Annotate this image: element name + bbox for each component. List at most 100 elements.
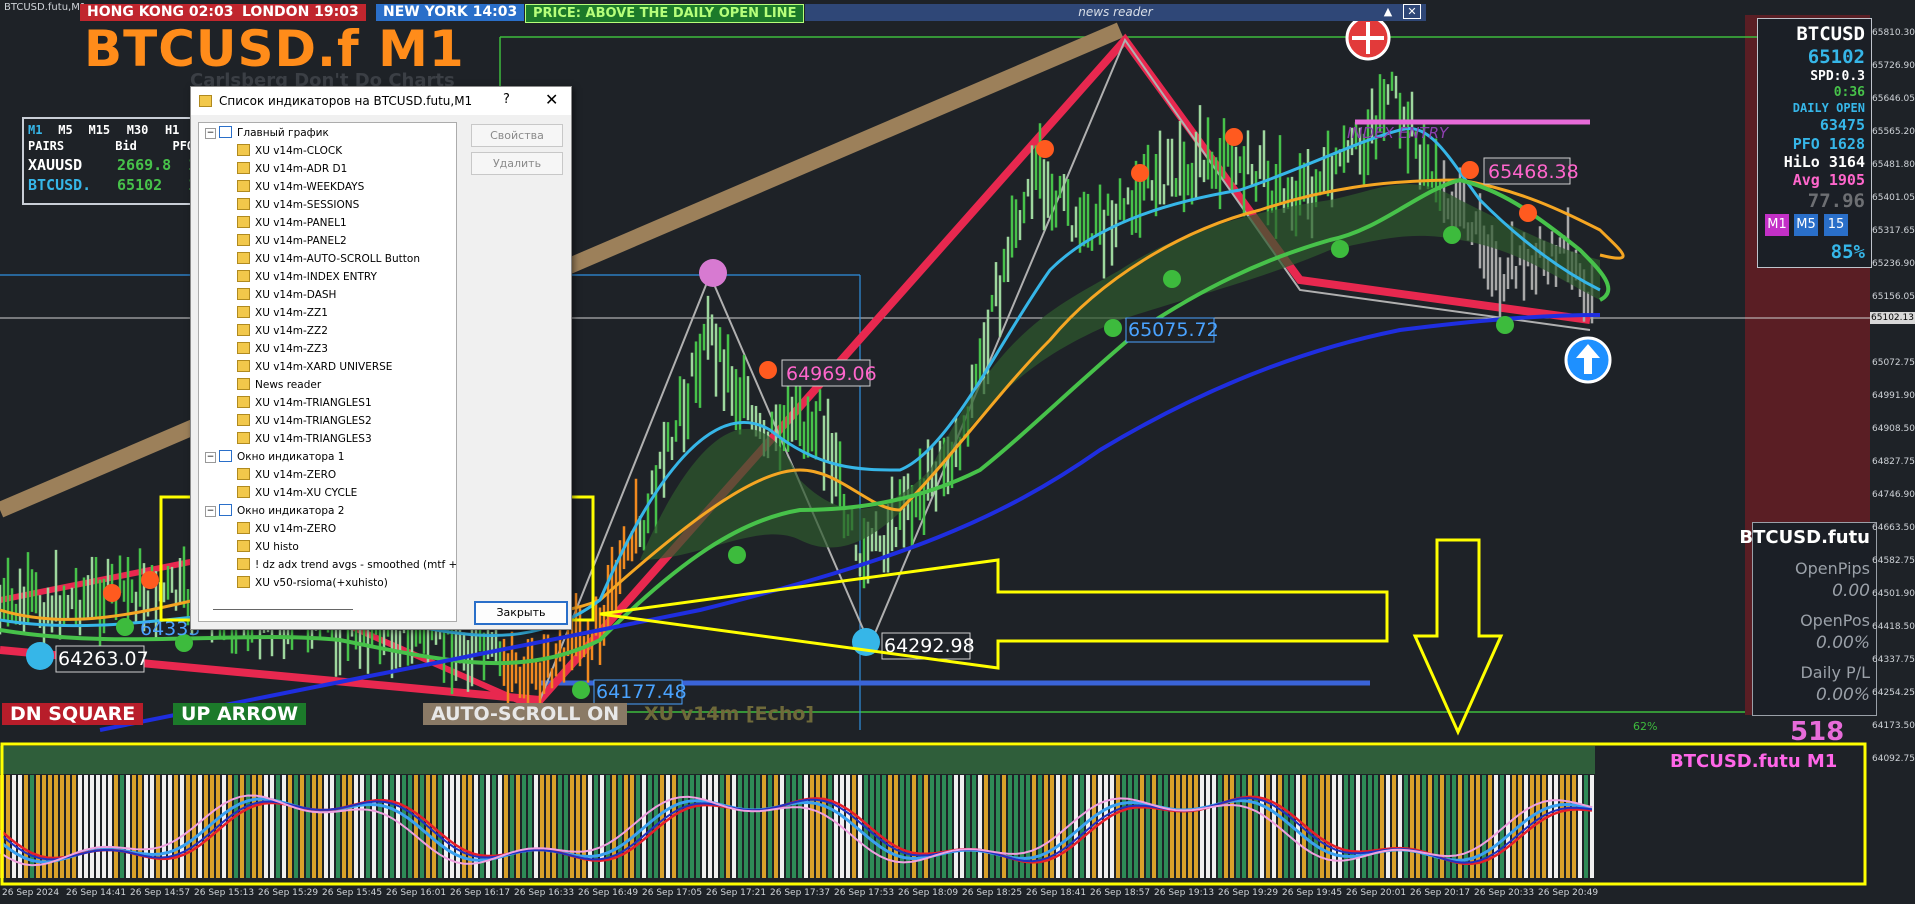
tree-window-node[interactable]: − Главный график — [205, 125, 329, 142]
tree-indicator-node[interactable]: XU v14m-ZERO — [237, 467, 336, 484]
tf-m1[interactable]: M1 — [28, 123, 51, 137]
tree-indicator-node[interactable]: XU v14m-TRIANGLES3 — [237, 431, 372, 448]
tf-m5[interactable]: M5 — [58, 123, 81, 137]
tree-window-node[interactable]: − Окно индикатора 2 — [205, 503, 344, 520]
dn-square-button[interactable]: DN SQUARE — [2, 703, 144, 725]
histo-bar — [396, 775, 400, 878]
histo-bar — [612, 775, 616, 878]
delete-button[interactable]: Удалить — [471, 152, 563, 175]
tree-window-node[interactable]: − Окно индикатора 1 — [205, 449, 344, 466]
tree-indicator-node[interactable]: XU v14m-XARD UNIVERSE — [237, 359, 392, 376]
indicator-tree[interactable]: − Главный график XU v14m-CLOCK XU v14m-ADR … — [198, 122, 457, 622]
tree-collapse-toggle[interactable]: − — [205, 505, 216, 517]
histo-bar — [762, 775, 766, 878]
time-tick-label: 26 Sep 18:57 — [1090, 888, 1151, 898]
histo-bar — [1422, 775, 1426, 878]
histo-bar — [312, 775, 316, 878]
pair-btcusd[interactable]: BTCUSD. — [28, 176, 108, 194]
histo-bar — [1392, 775, 1396, 878]
histo-bar — [600, 775, 604, 878]
time-tick-label: 26 Sep 19:29 — [1218, 888, 1279, 898]
tree-collapse-toggle[interactable]: − — [205, 451, 216, 463]
price-tick-label: 65156.05 — [1872, 292, 1915, 302]
panel-hilo: HiLo 3164 — [1783, 153, 1865, 171]
tree-indicator-node[interactable]: XU v14m-XU CYCLE — [237, 485, 357, 502]
pair-xauusd[interactable]: XAUUSD — [28, 156, 108, 174]
panel-price: 65102 — [1807, 46, 1865, 68]
histo-bar — [744, 775, 748, 878]
price-tick-label: 64254.25 — [1872, 688, 1915, 698]
indicator-icon — [237, 180, 250, 192]
tree-indicator-node[interactable]: XU v14m-SESSIONS — [237, 197, 359, 214]
help-icon[interactable]: ? — [503, 92, 510, 107]
tree-indicator-node[interactable]: XU v14m-DASH — [237, 287, 336, 304]
histo-bar — [1122, 775, 1126, 878]
dialog-close-icon[interactable]: ✕ — [545, 90, 558, 109]
price-tick-label: 64173.50 — [1872, 721, 1915, 731]
tf-h1[interactable]: H1 — [165, 123, 188, 137]
histo-bar — [882, 775, 886, 878]
tree-indicator-node[interactable]: ! dz adx trend avgs - smoothed (mtf + a — [237, 557, 456, 574]
window-tab-title[interactable]: BTCUSD.futu,M1 — [0, 0, 90, 15]
histo-bar — [1416, 775, 1420, 878]
tree-indicator-node[interactable]: XU v14m-CLOCK — [237, 143, 342, 160]
histo-bar — [1140, 775, 1144, 878]
dialog-close-button[interactable]: Закрыть — [474, 601, 568, 625]
properties-button[interactable]: Свойства — [471, 124, 563, 147]
tf-m15[interactable]: M15 — [88, 123, 119, 137]
signal-dot — [1131, 164, 1149, 182]
up-arrow-button[interactable]: UP ARROW — [173, 703, 307, 725]
histo-bar — [972, 775, 976, 878]
tree-indicator-node[interactable]: XU v14m-ADR D1 — [237, 161, 347, 178]
dialog-titlebar[interactable]: Список индикаторов на BTCUSD.futu,M1 ? ✕ — [191, 87, 571, 115]
tree-indicator-node[interactable]: XU v14m-ZZ2 — [237, 323, 328, 340]
histo-bar — [300, 775, 304, 878]
tree-node-label: XU v14m-SESSIONS — [255, 199, 360, 211]
yellow-left-arrow — [599, 558, 1389, 670]
tree-indicator-node[interactable]: XU histo — [237, 539, 299, 556]
tree-indicator-node[interactable]: XU v14m-ZZ3 — [237, 341, 328, 358]
histo-bar — [888, 775, 892, 878]
chart-window-icon — [219, 126, 232, 138]
histo-bar — [198, 775, 202, 878]
tree-collapse-toggle[interactable]: − — [205, 127, 216, 139]
tree-indicator-node[interactable]: XU v14m-TRIANGLES2 — [237, 413, 372, 430]
tree-scrollbar[interactable] — [213, 609, 353, 610]
histo-bar — [372, 775, 376, 878]
tf-button-m5[interactable]: M5 — [1794, 214, 1818, 236]
price-axis: 65810.30 65726.90 65646.05 65565.20 65481.80… — [1870, 0, 1915, 904]
histo-bar — [942, 775, 946, 878]
svg-text:64969.06: 64969.06 — [786, 363, 877, 385]
tree-indicator-node[interactable]: XU v14m-ZZ1 — [237, 305, 328, 322]
tf-button-m1[interactable]: M1 — [1765, 214, 1789, 236]
tree-indicator-node[interactable]: XU v14m-WEEKDAYS — [237, 179, 364, 196]
indicator-list-dialog[interactable]: Список индикаторов на BTCUSD.futu,M1 ? ✕… — [190, 86, 572, 630]
news-reader-bar[interactable]: news reader ▲ ✕ — [805, 4, 1426, 21]
auto-scroll-button[interactable]: AUTO-SCROLL ON — [423, 703, 628, 725]
histo-bar — [1536, 775, 1540, 878]
tf-button-15[interactable]: 15 — [1824, 214, 1848, 236]
histo-bar — [846, 775, 850, 878]
tree-indicator-node[interactable]: XU v14m-PANEL1 — [237, 215, 347, 232]
tree-indicator-node[interactable]: News reader — [237, 377, 321, 394]
indicator-icon — [237, 396, 250, 408]
histo-bar — [720, 775, 724, 878]
tree-indicator-node[interactable]: XU v14m-ZERO — [237, 521, 336, 538]
tree-indicator-node[interactable]: XU v14m-AUTO-SCROLL Button — [237, 251, 420, 268]
histo-bar — [486, 775, 490, 878]
indicator-subwindow[interactable] — [0, 746, 1595, 878]
histo-bar — [1194, 775, 1198, 878]
tree-indicator-node[interactable]: XU v14m-TRIANGLES1 — [237, 395, 372, 412]
histo-bar — [648, 775, 652, 878]
tree-indicator-node[interactable]: XU v50-rsioma(+xuhisto) — [237, 575, 388, 592]
histo-bar — [984, 775, 988, 878]
indicator-icon — [237, 216, 250, 228]
histo-bar — [324, 775, 328, 878]
tree-indicator-node[interactable]: XU v14m-INDEX ENTRY — [237, 269, 377, 286]
collapse-icon[interactable]: ▲ — [1380, 4, 1396, 19]
price-tick-label: 65810.30 — [1872, 28, 1915, 38]
tree-indicator-node[interactable]: XU v14m-PANEL2 — [237, 233, 347, 250]
histo-bar — [1176, 775, 1180, 878]
close-icon[interactable]: ✕ — [1403, 4, 1421, 19]
tf-m30[interactable]: M30 — [127, 123, 158, 137]
